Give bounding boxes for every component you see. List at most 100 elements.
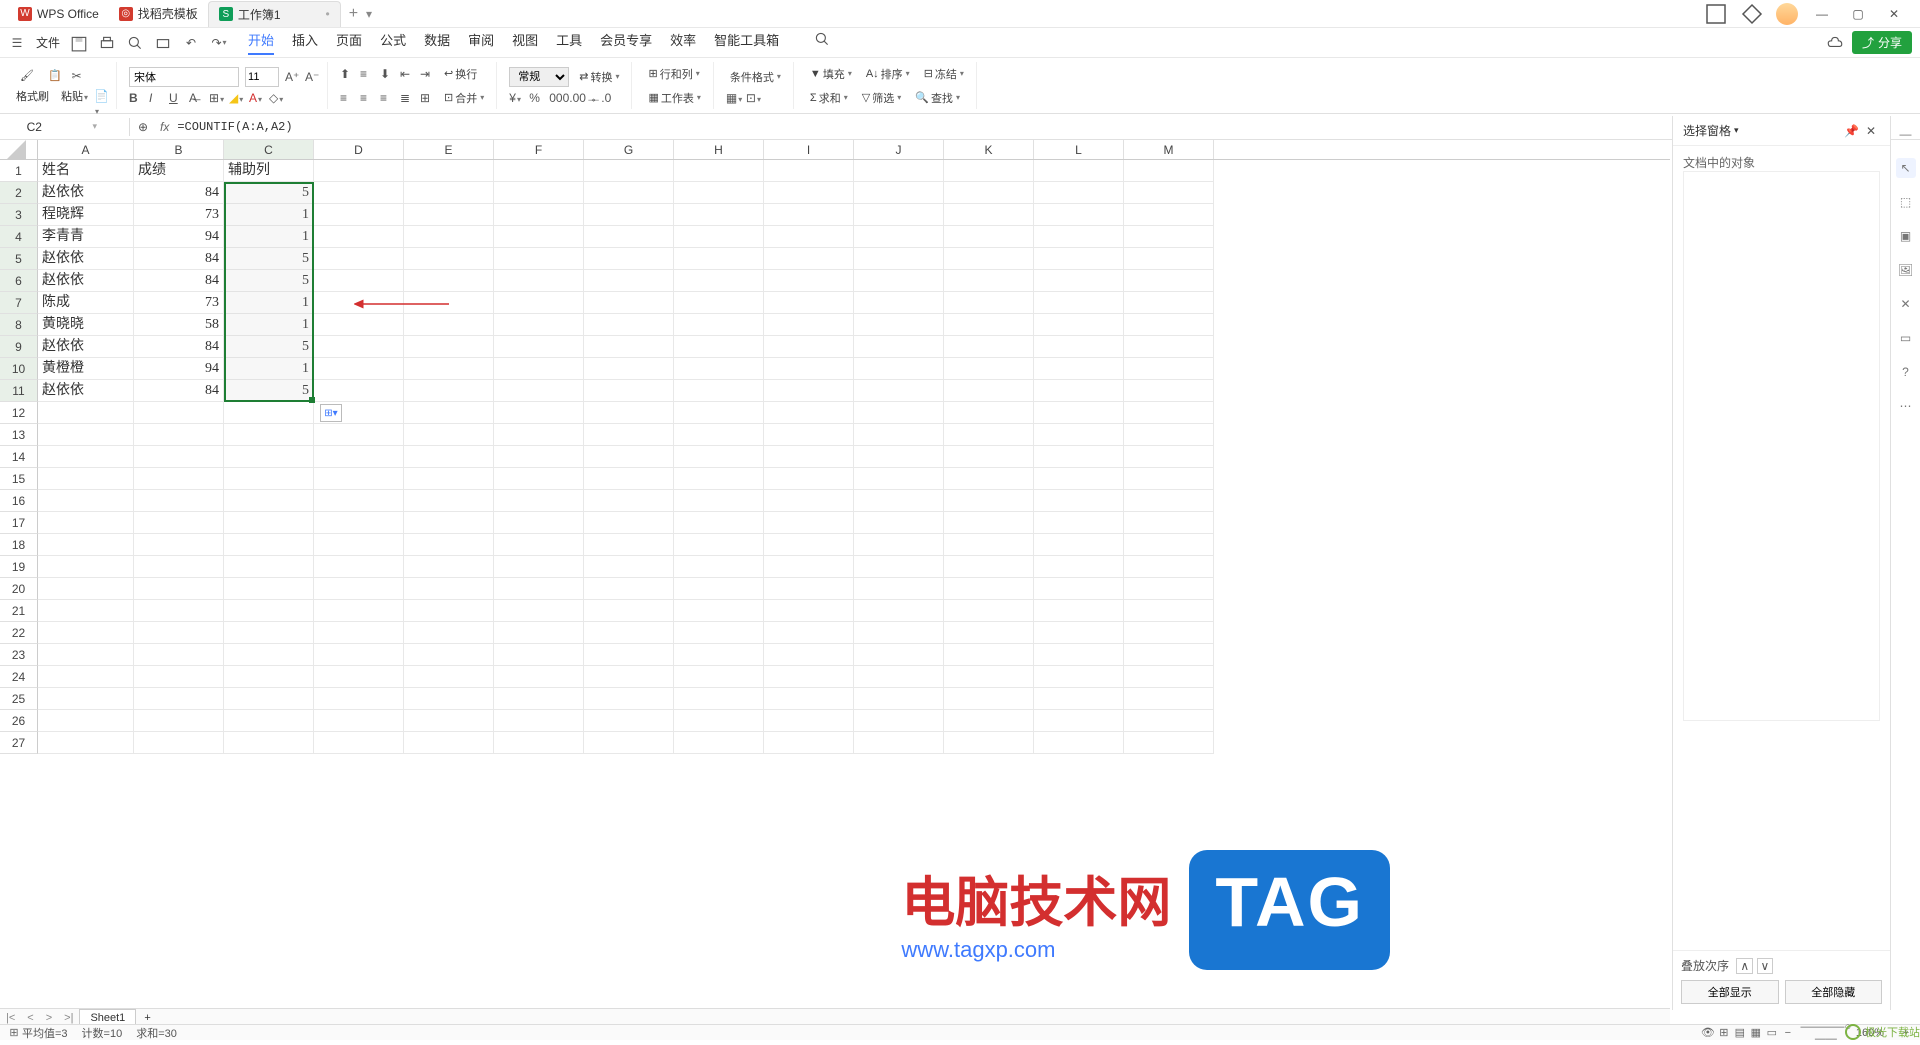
align-top-icon[interactable]: ⬆	[340, 67, 354, 81]
cell[interactable]	[1124, 160, 1214, 182]
cell[interactable]	[1034, 160, 1124, 182]
cell[interactable]	[38, 468, 134, 490]
cell[interactable]	[314, 710, 404, 732]
clear-format-icon[interactable]: ◇	[269, 91, 283, 105]
row-header[interactable]: 3	[0, 204, 38, 226]
cell[interactable]	[674, 732, 764, 754]
zoom-out-icon[interactable]: −	[1780, 1027, 1796, 1039]
search-icon[interactable]	[813, 30, 831, 48]
cell[interactable]	[494, 270, 584, 292]
cell[interactable]: 赵依依	[38, 182, 134, 204]
align-middle-icon[interactable]: ≡	[360, 67, 374, 81]
cell[interactable]	[494, 666, 584, 688]
minimize-button[interactable]: —	[1804, 2, 1840, 26]
cell[interactable]	[584, 732, 674, 754]
row-header[interactable]: 2	[0, 182, 38, 204]
cell[interactable]	[38, 732, 134, 754]
cell[interactable]	[134, 534, 224, 556]
cell[interactable]	[314, 292, 404, 314]
cell[interactable]	[584, 380, 674, 402]
cell[interactable]	[404, 336, 494, 358]
cell[interactable]	[674, 160, 764, 182]
cell[interactable]	[854, 468, 944, 490]
cell[interactable]	[1034, 468, 1124, 490]
menu-item-page[interactable]: 页面	[336, 30, 362, 55]
close-pane-icon[interactable]: ✕	[1866, 124, 1880, 138]
cell[interactable]	[224, 490, 314, 512]
cell[interactable]	[674, 688, 764, 710]
cell[interactable]	[944, 402, 1034, 424]
cell[interactable]	[224, 534, 314, 556]
cell[interactable]	[854, 688, 944, 710]
increase-font-icon[interactable]: A⁺	[285, 70, 299, 84]
cell[interactable]	[764, 710, 854, 732]
cell[interactable]	[944, 490, 1034, 512]
cell[interactable]	[584, 578, 674, 600]
cell[interactable]	[404, 402, 494, 424]
menu-item-start[interactable]: 开始	[248, 30, 274, 55]
cell[interactable]	[404, 512, 494, 534]
paste-label[interactable]: 粘贴	[61, 88, 88, 104]
cell[interactable]: 84	[134, 248, 224, 270]
cell[interactable]: 1	[224, 204, 314, 226]
cell[interactable]	[134, 512, 224, 534]
cell[interactable]	[314, 644, 404, 666]
formula-input[interactable]: =COUNTIF(A:A,A2)	[177, 120, 292, 134]
cell[interactable]	[584, 358, 674, 380]
cell[interactable]	[1124, 270, 1214, 292]
cell[interactable]	[584, 622, 674, 644]
print-direct-icon[interactable]	[154, 34, 172, 52]
app-tab-wps[interactable]: W WPS Office	[8, 3, 109, 25]
cell[interactable]	[584, 556, 674, 578]
cell[interactable]	[404, 468, 494, 490]
redo-icon[interactable]: ↷	[210, 34, 228, 52]
cell[interactable]	[494, 556, 584, 578]
cell[interactable]	[674, 226, 764, 248]
autofill-options-button[interactable]: ⊞▾	[320, 404, 342, 422]
cell[interactable]	[944, 160, 1034, 182]
cell[interactable]	[674, 556, 764, 578]
cell[interactable]	[674, 292, 764, 314]
cell[interactable]	[224, 446, 314, 468]
collapse-strip-icon[interactable]: —	[1896, 124, 1916, 144]
cell[interactable]	[314, 490, 404, 512]
cell[interactable]	[584, 270, 674, 292]
view-reading-icon[interactable]: ▭	[1764, 1026, 1780, 1039]
column-header[interactable]: A	[38, 140, 134, 159]
cell[interactable]	[944, 622, 1034, 644]
cell[interactable]	[944, 204, 1034, 226]
cell[interactable]	[854, 578, 944, 600]
worksheet-button[interactable]: ▦工作表	[644, 88, 704, 108]
app-tab-template[interactable]: ◎ 找稻壳模板	[109, 1, 208, 26]
maximize-button[interactable]: ▢	[1840, 2, 1876, 26]
cell[interactable]	[854, 182, 944, 204]
view-page-icon[interactable]: ▤	[1732, 1026, 1748, 1039]
cell[interactable]	[134, 424, 224, 446]
cell[interactable]: 5	[224, 182, 314, 204]
cell[interactable]	[314, 314, 404, 336]
cell[interactable]	[1124, 622, 1214, 644]
cell[interactable]	[404, 358, 494, 380]
cell[interactable]	[1034, 270, 1124, 292]
cell[interactable]	[494, 600, 584, 622]
cell[interactable]	[674, 666, 764, 688]
cell[interactable]	[764, 314, 854, 336]
tools-icon[interactable]: ✕	[1896, 294, 1916, 314]
cell[interactable]	[314, 160, 404, 182]
row-header[interactable]: 15	[0, 468, 38, 490]
cell[interactable]	[224, 578, 314, 600]
row-header[interactable]: 4	[0, 226, 38, 248]
column-header[interactable]: H	[674, 140, 764, 159]
fill-button[interactable]: ▼填充	[806, 64, 856, 84]
cell[interactable]	[764, 402, 854, 424]
cell[interactable]	[224, 688, 314, 710]
cell[interactable]	[314, 556, 404, 578]
cell[interactable]	[854, 358, 944, 380]
cell[interactable]	[944, 556, 1034, 578]
font-color-icon[interactable]: A	[249, 91, 263, 105]
cell[interactable]	[944, 732, 1034, 754]
cell[interactable]	[1124, 314, 1214, 336]
cell[interactable]: 程晓辉	[38, 204, 134, 226]
cell[interactable]: 5	[224, 336, 314, 358]
cell[interactable]	[854, 534, 944, 556]
